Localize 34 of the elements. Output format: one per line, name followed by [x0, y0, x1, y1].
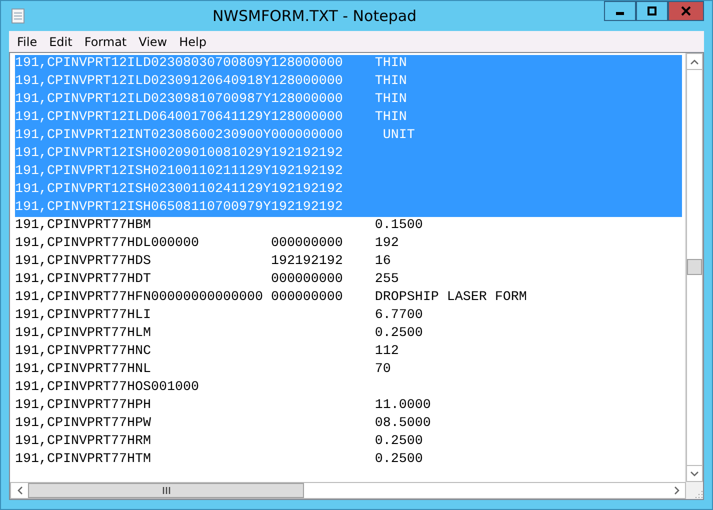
grip-icon [162, 487, 170, 494]
scroll-thumb[interactable] [687, 259, 702, 275]
text-line: 191,CPINVPRT77HPW 08.5000 [15, 415, 432, 433]
menu-item[interactable]: File [11, 34, 44, 48]
scroll-up-button[interactable] [686, 53, 703, 70]
text-line: 191,CPINVPRT77HPH 11.0000 [15, 397, 432, 415]
vertical-scrollbar[interactable] [685, 53, 703, 482]
menu-item[interactable]: Edit [43, 34, 78, 48]
text-line: 191,CPINVPRT77HDS 192192192 16 [15, 253, 392, 271]
maximize-icon [647, 6, 657, 16]
window-title: NWSMFORM.TXT - Notepad [211, 7, 418, 25]
text-line: 191,CPINVPRT77HLM 0.2500 [15, 325, 424, 343]
scroll-down-button[interactable] [686, 465, 703, 482]
text-line: 191,CPINVPRT77HRM 0.2500 [15, 433, 424, 451]
menu-item[interactable]: View [132, 34, 174, 48]
text-line: 191,CPINVPRT77HFN00000000000000 000000000 DROPSHIP LASER FORM [15, 289, 528, 307]
text-line: 191,CPINVPRT77HDT 000000000 255 [15, 271, 400, 289]
horizontal-scrollbar[interactable] [10, 482, 686, 499]
text-line: 191,CPINVPRT77HOS001000 [15, 379, 200, 397]
text-line: 191,CPINVPRT77HNL 70 [15, 361, 392, 379]
close-icon [681, 6, 691, 16]
minimize-button[interactable] [604, 1, 636, 21]
text-line: 191,CPINVPRT77HLI 6.7700 [15, 307, 424, 325]
menu-item[interactable]: Help [173, 34, 212, 48]
close-button[interactable] [668, 1, 704, 21]
scroll-thumb[interactable] [28, 483, 304, 498]
menu-item[interactable]: Format [78, 34, 133, 48]
text-line: 191,CPINVPRT77HNC 112 [15, 343, 400, 361]
maximize-button[interactable] [636, 1, 668, 21]
resize-grip-icon[interactable] [693, 489, 703, 499]
notepad-icon [11, 8, 25, 24]
text-line: 191,CPINVPRT77HBM 0.1500 [15, 217, 424, 235]
text-line: 191,CPINVPRT77HDL000000 000000000 192 [15, 235, 400, 253]
text-line: 191,CPINVPRT77HTM 0.2500 [15, 451, 424, 469]
